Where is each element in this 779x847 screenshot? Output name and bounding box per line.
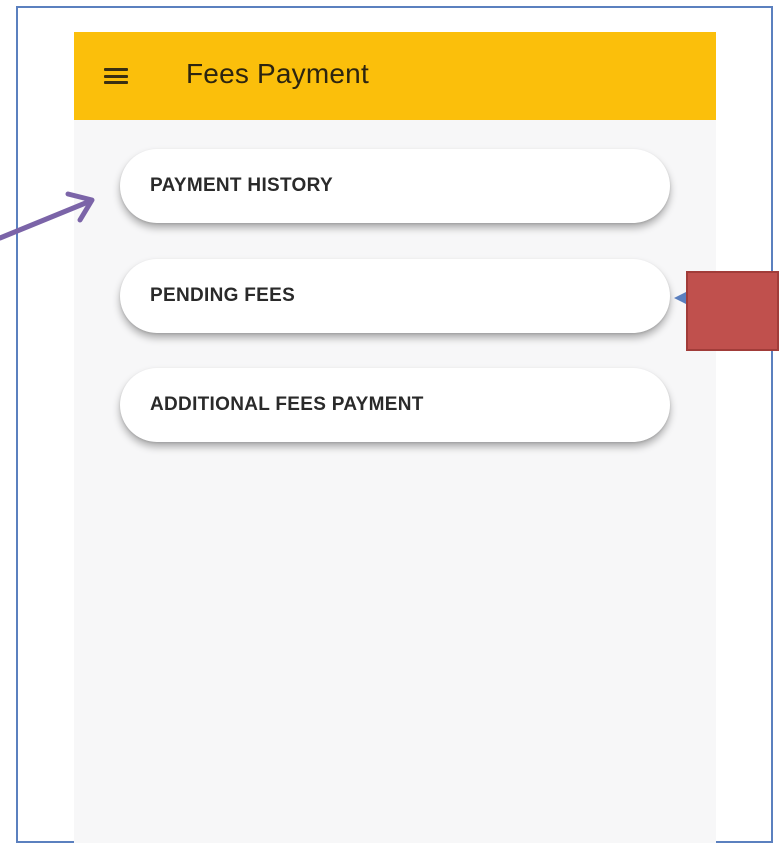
hamburger-line (104, 68, 128, 71)
pending-fees-label: PENDING FEES (150, 285, 296, 306)
annotation-arrow-icon (0, 191, 95, 241)
additional-fees-payment-label: ADDITIONAL FEES PAYMENT (150, 394, 424, 415)
annotation-box (686, 271, 779, 351)
app-bar: Fees Payment (74, 32, 716, 120)
payment-history-label: PAYMENT HISTORY (150, 175, 333, 196)
hamburger-line (104, 81, 128, 84)
hamburger-line (104, 74, 128, 78)
hamburger-menu-icon[interactable] (104, 68, 130, 84)
page-title: Fees Payment (186, 58, 369, 89)
payment-history-button[interactable]: PAYMENT HISTORY (120, 149, 670, 223)
app-screen: Fees Payment PAYMENT HISTORY PENDING FEE… (74, 32, 716, 843)
additional-fees-payment-button[interactable]: ADDITIONAL FEES PAYMENT (120, 368, 670, 442)
pending-fees-button[interactable]: PENDING FEES (120, 259, 670, 333)
